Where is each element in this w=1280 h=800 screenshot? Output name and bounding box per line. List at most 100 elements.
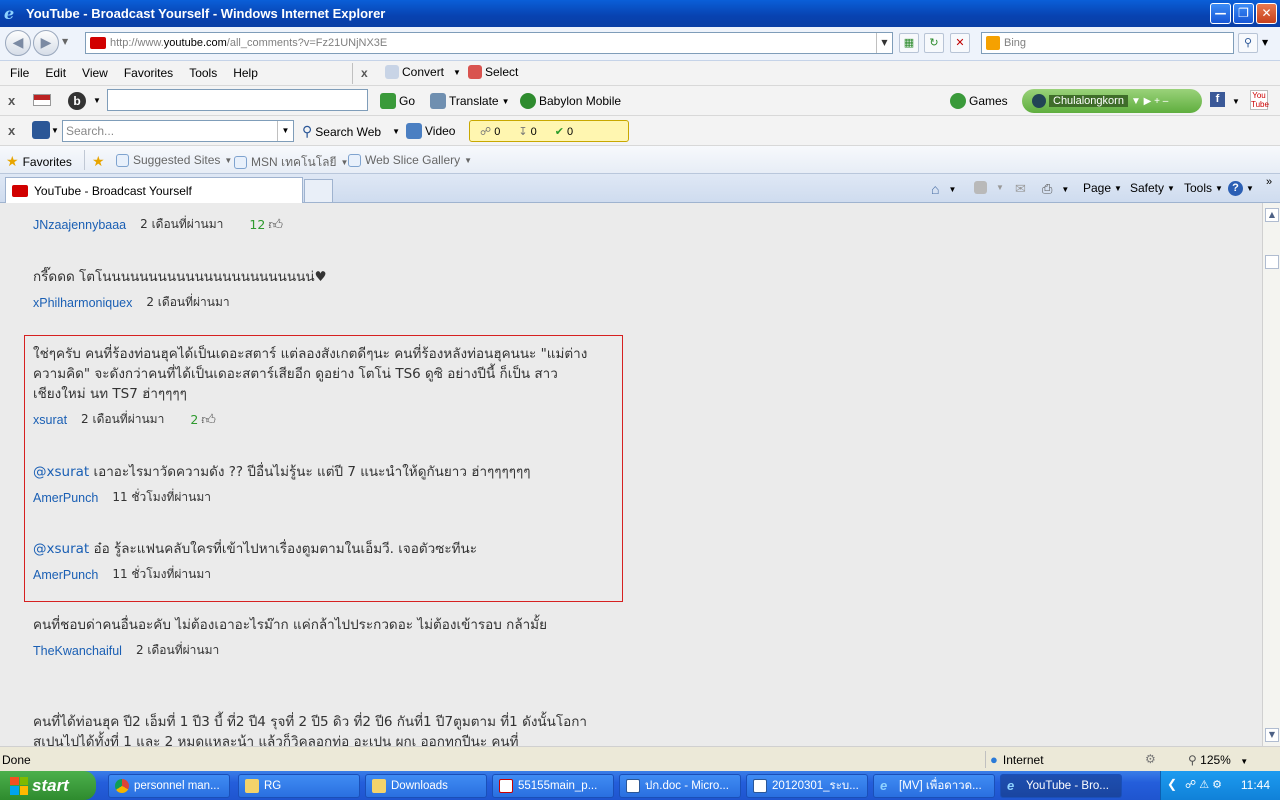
favorites-item-msn[interactable]: MSN เทคโนโลยี ▼ <box>234 153 348 172</box>
toolbar-logo-icon[interactable] <box>32 121 50 139</box>
favorites-item-web-slice-gallery[interactable]: Web Slice Gallery ▼ <box>348 153 472 167</box>
babylon-logo-icon[interactable]: b <box>68 92 86 110</box>
go-button[interactable]: Go <box>380 93 415 109</box>
menu-help[interactable]: Help <box>225 66 266 80</box>
taskbar-item-word[interactable]: ปก.doc - Micro... <box>619 774 741 798</box>
menu-tools[interactable]: Tools <box>181 66 225 80</box>
thumbs-up-icon[interactable]: 👍︎ <box>268 216 283 233</box>
home-button[interactable]: ⌂ ▼ <box>931 181 956 197</box>
taskbar-item-chrome[interactable]: personnel man... <box>108 774 230 798</box>
favorites-item-suggested-sites[interactable]: Suggested Sites ▼ <box>116 153 232 167</box>
menu-edit[interactable]: Edit <box>37 66 74 80</box>
games-button[interactable]: Games <box>950 93 1008 109</box>
mention-link[interactable]: @xsurat <box>33 541 89 557</box>
convert-button[interactable]: Convert ▼ <box>385 65 461 79</box>
recent-pages-icon[interactable]: ▼ <box>62 37 68 46</box>
mail-button[interactable]: ✉ <box>1015 181 1026 197</box>
search-icon[interactable]: ⚲ <box>1238 33 1258 53</box>
facebook-icon[interactable]: f <box>1210 92 1225 107</box>
tray-expand-icon[interactable]: ❮ <box>1167 777 1177 791</box>
taskbar: start personnel man... RG Downloads 5515… <box>0 771 1280 800</box>
us-flag-icon[interactable] <box>33 94 51 106</box>
babylon-mobile-button[interactable]: Babylon Mobile <box>520 93 621 109</box>
taskbar-item-downloads[interactable]: Downloads <box>365 774 487 798</box>
translate-button[interactable]: Translate ▼ <box>430 93 510 109</box>
taskbar-item-rg[interactable]: RG <box>238 774 360 798</box>
search-dropdown-icon[interactable]: ▼ <box>277 121 293 141</box>
stop-icon[interactable]: ✕ <box>950 33 970 53</box>
vertical-scrollbar[interactable]: ▲ ▼ <box>1262 203 1280 746</box>
comment-author-link[interactable]: xsurat <box>33 413 67 427</box>
games-icon <box>950 93 966 109</box>
print-button[interactable]: ⎙ ▼ <box>1042 181 1069 197</box>
search-web-button[interactable]: ⚲ Search Web ▼ <box>302 123 400 140</box>
scroll-up-icon[interactable]: ▲ <box>1265 208 1279 222</box>
comment-author-link[interactable]: JNzaajennybaaa <box>33 218 126 232</box>
word-icon <box>626 779 640 793</box>
tab-youtube[interactable]: YouTube - Broadcast Yourself <box>5 177 303 203</box>
comment-author-link[interactable]: AmerPunch <box>33 568 98 582</box>
rss-icon <box>974 181 987 194</box>
scroll-thumb[interactable] <box>1265 255 1279 269</box>
search-input[interactable]: Bing <box>981 32 1234 54</box>
start-button[interactable]: start <box>0 771 96 800</box>
babylon-input[interactable] <box>107 89 368 111</box>
taskbar-item-ie-youtube[interactable]: e YouTube - Bro... <box>1000 774 1122 798</box>
mention-link[interactable]: @xsurat <box>33 464 89 480</box>
favorites-button[interactable]: ★ Favorites <box>6 153 72 170</box>
folder-icon <box>245 779 259 793</box>
address-dropdown-icon[interactable]: ▼ <box>876 33 892 53</box>
safety-menu[interactable]: Safety ▼ <box>1130 181 1175 195</box>
search-options-icon[interactable]: ▼ <box>1262 38 1268 47</box>
menu-file[interactable]: File <box>0 66 37 80</box>
refresh-icon[interactable]: ↻ <box>924 33 944 53</box>
close-toolbar-icon[interactable]: x <box>8 93 15 108</box>
status-bar: Done ● Internet ⚙ ⚲ 125% ▼ <box>0 746 1280 771</box>
comment-author-link[interactable]: AmerPunch <box>33 491 98 505</box>
select-button[interactable]: Select <box>468 65 518 79</box>
mail-icon: ✉ <box>1015 181 1026 196</box>
close-toolbar-icon[interactable]: x <box>8 123 15 138</box>
add-favorite-icon[interactable]: ★ <box>92 153 105 170</box>
more-commands-icon[interactable]: » <box>1266 176 1272 188</box>
page-menu[interactable]: Page ▼ <box>1083 181 1122 195</box>
video-button[interactable]: Video <box>406 123 455 139</box>
youtube-icon[interactable]: You Tube <box>1250 90 1269 110</box>
facebook-dropdown-icon[interactable]: ▼ <box>1232 97 1240 106</box>
close-toolbar-icon[interactable]: x <box>361 66 368 80</box>
thumbs-up-icon[interactable]: 👍︎ <box>201 411 216 428</box>
zoom-level[interactable]: ⚲ 125% ▼ <box>1188 753 1248 767</box>
forward-button[interactable]: ▶ <box>33 30 59 56</box>
chulalongkorn-widget[interactable]: Chulalongkorn ▼ ▶ + – <box>1022 89 1202 113</box>
help-icon: ? <box>1228 181 1243 196</box>
compatibility-icon[interactable]: ▦ <box>899 33 919 53</box>
ie-icon: e <box>880 778 888 793</box>
new-tab-button[interactable] <box>304 179 333 203</box>
taskbar-item-pdf[interactable]: 55155main_p... <box>492 774 614 798</box>
window-controls: — ❐ ✕ <box>1210 3 1277 24</box>
taskbar-item-ie-mv[interactable]: e [MV] เพื่อดาวด... <box>873 774 995 798</box>
menu-favorites[interactable]: Favorites <box>116 66 181 80</box>
babylon-dropdown-icon[interactable]: ▼ <box>93 96 101 105</box>
counter-panel[interactable]: ☍ 0 ↧ 0 ✔ 0 <box>469 120 629 142</box>
comment-author-link[interactable]: xPhilharmoniquex <box>33 296 132 310</box>
tools-menu[interactable]: Tools ▼ <box>1184 181 1223 195</box>
maximize-button[interactable]: ❐ <box>1233 3 1254 24</box>
scroll-down-icon[interactable]: ▼ <box>1265 728 1279 742</box>
tray-icons[interactable]: ☍ ⚠ ⚙ <box>1185 778 1222 791</box>
toolbar-logo-dropdown-icon[interactable]: ▼ <box>51 126 59 135</box>
menu-view[interactable]: View <box>74 66 116 80</box>
back-button[interactable]: ◀ <box>5 30 31 56</box>
address-bar[interactable]: http://www.youtube.com/all_comments?v=Fz… <box>85 32 893 54</box>
feeds-button[interactable]: ▼ <box>974 181 1004 194</box>
comment-author-link[interactable]: TheKwanchaiful <box>33 644 122 658</box>
comment-meta: JNzaajennybaaa 2 เดือนที่ผ่านมา 12 👍︎ <box>33 215 613 234</box>
taskbar-item-word-2[interactable]: 20120301_ระบ... <box>746 774 868 798</box>
minimize-button[interactable]: — <box>1210 3 1231 24</box>
protected-mode-icon[interactable]: ⚙ <box>1145 752 1156 766</box>
comment-item: @xsurat เอาอะไรมาวัดความดัง ?? ปีอื่นไม่… <box>33 462 613 507</box>
security-zone[interactable]: ● Internet <box>985 751 1044 768</box>
help-button[interactable]: ? ▼ <box>1228 181 1254 196</box>
close-button[interactable]: ✕ <box>1256 3 1277 24</box>
toolbar-search-input[interactable]: Search... ▼ <box>62 120 294 142</box>
